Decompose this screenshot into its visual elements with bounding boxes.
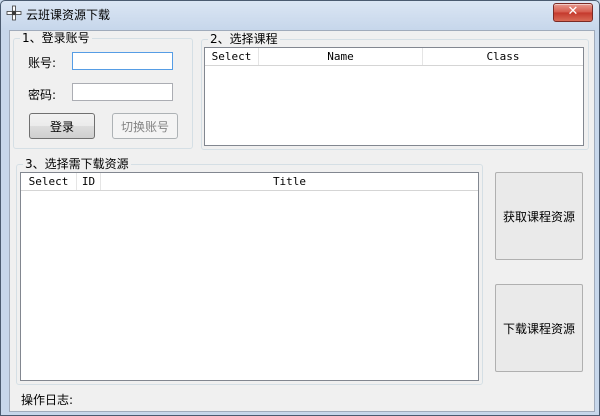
column-header-select[interactable]: Select <box>205 48 259 65</box>
login-group: 1、登录账号 账号: 密码: 登录 切换账号 <box>13 31 193 149</box>
client-area: 1、登录账号 账号: 密码: 登录 切换账号 2、选择课程 Select Nam… <box>9 30 595 412</box>
column-header-title[interactable]: Title <box>101 173 478 190</box>
courses-list-header: Select Name Class <box>205 48 583 66</box>
column-header-name[interactable]: Name <box>259 48 423 65</box>
column-header-id[interactable]: ID <box>77 173 101 190</box>
window-title: 云班课资源下载 <box>26 8 111 22</box>
account-input[interactable] <box>72 52 173 70</box>
close-button[interactable]: ✕ <box>553 3 593 22</box>
resources-group-title: 3、选择需下载资源 <box>23 157 131 171</box>
switch-account-button-label: 切换账号 <box>120 119 169 134</box>
courses-group-title: 2、选择课程 <box>208 32 280 46</box>
column-header-select[interactable]: Select <box>21 173 77 190</box>
main-window: 云班课资源下载 ✕ 1、登录账号 账号: 密码: 登录 切换账号 2、选择课程 … <box>0 0 600 416</box>
operation-log-label: 操作日志: <box>21 393 74 407</box>
resources-list-header: Select ID Title <box>21 173 478 191</box>
resources-list[interactable]: Select ID Title <box>20 172 479 381</box>
login-group-title: 1、登录账号 <box>20 31 92 45</box>
password-input[interactable] <box>72 83 173 101</box>
courses-list[interactable]: Select Name Class <box>204 47 584 146</box>
column-header-class[interactable]: Class <box>423 48 583 65</box>
login-button[interactable]: 登录 <box>29 113 95 139</box>
resources-group: 3、选择需下载资源 Select ID Title <box>16 157 483 385</box>
password-label: 密码: <box>28 88 57 102</box>
courses-group: 2、选择课程 Select Name Class <box>201 32 589 150</box>
account-label: 账号: <box>28 56 57 70</box>
fetch-resources-button-label: 获取课程资源 <box>502 209 575 224</box>
fetch-resources-button[interactable]: 获取课程资源 <box>495 172 583 260</box>
login-button-label: 登录 <box>49 119 74 134</box>
title-bar[interactable]: 云班课资源下载 ✕ <box>1 1 599 25</box>
download-resources-button-label: 下载课程资源 <box>502 321 575 336</box>
download-resources-button[interactable]: 下载课程资源 <box>495 284 583 372</box>
close-icon: ✕ <box>567 4 579 19</box>
switch-account-button[interactable]: 切换账号 <box>112 113 178 139</box>
app-icon <box>6 5 22 21</box>
